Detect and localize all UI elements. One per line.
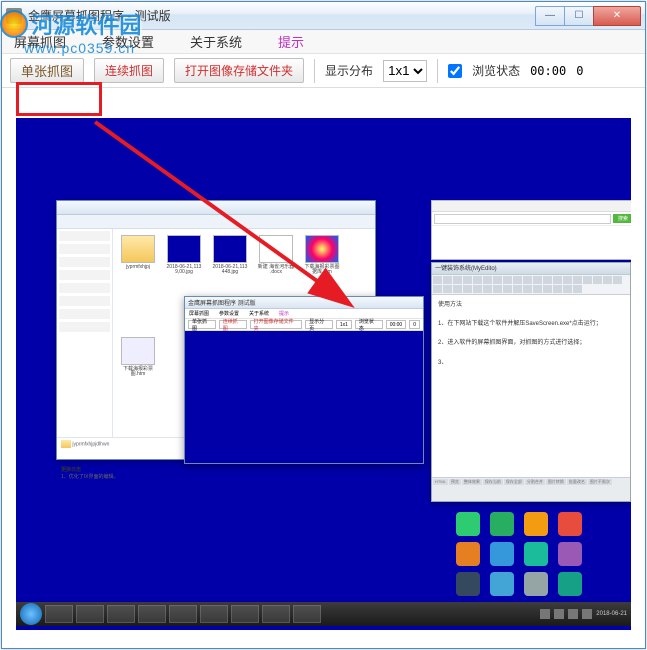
timer-display: 00:00	[530, 64, 566, 78]
editor-window: 一键装饰系统(MyEdito) 使用方法 1、在下网站下载这个软件并解压Save…	[431, 262, 631, 502]
explorer-sidebar	[57, 229, 113, 437]
separator	[437, 59, 438, 83]
preview-canvas: 搜索 jyprmfxhjpj 2018-06-21,113 9,00.jpg 2…	[16, 118, 631, 630]
continuous-capture-button[interactable]: 连续抓图	[94, 58, 164, 83]
taskbar: 2018-06-21	[16, 602, 631, 626]
nested-app-window: 金鹰屏幕抓图程序 测试版 屏幕抓图 参数设置 关于系统 提示 单张抓图 连续抓图…	[184, 296, 424, 464]
search-button: 搜索	[613, 214, 631, 223]
open-folder-button[interactable]: 打开图像存储文件夹	[174, 58, 304, 83]
browse-label: 浏览状态	[472, 62, 520, 79]
desktop-app-icons	[456, 512, 586, 596]
address-bar	[434, 214, 611, 224]
maximize-button[interactable]: ☐	[564, 6, 594, 26]
browse-checkbox[interactable]	[448, 64, 462, 78]
window-title: 金鹰屏幕抓图程序 - 测试版	[28, 7, 536, 24]
main-window: 金鹰屏幕抓图程序 - 测试版 — ☐ ✕ 屏幕抓图 参数设置 关于系统 提示 单…	[1, 1, 646, 649]
menu-settings[interactable]: 参数设置	[102, 32, 154, 51]
layout-select[interactable]: 1x1	[383, 60, 427, 82]
browser-window: 搜索	[431, 200, 631, 260]
separator	[314, 59, 315, 83]
start-button	[20, 603, 42, 625]
single-capture-button[interactable]: 单张抓图	[10, 58, 84, 83]
titlebar[interactable]: 金鹰屏幕抓图程序 - 测试版 — ☐ ✕	[2, 2, 645, 30]
layout-label: 显示分布	[325, 62, 373, 79]
menu-tip[interactable]: 提示	[278, 32, 304, 51]
counter-display: 0	[576, 64, 583, 78]
app-icon	[6, 8, 22, 24]
menu-capture[interactable]: 屏幕抓图	[14, 32, 66, 51]
desktop-screenshot: 搜索 jyprmfxhjpj 2018-06-21,113 9,00.jpg 2…	[16, 200, 631, 626]
close-button[interactable]: ✕	[593, 6, 641, 26]
menu-about[interactable]: 关于系统	[190, 32, 242, 51]
menubar: 屏幕抓图 参数设置 关于系统 提示	[2, 30, 645, 54]
minimize-button[interactable]: —	[535, 6, 565, 26]
toolbar: 单张抓图 连续抓图 打开图像存储文件夹 显示分布 1x1 浏览状态 00:00 …	[2, 54, 645, 88]
